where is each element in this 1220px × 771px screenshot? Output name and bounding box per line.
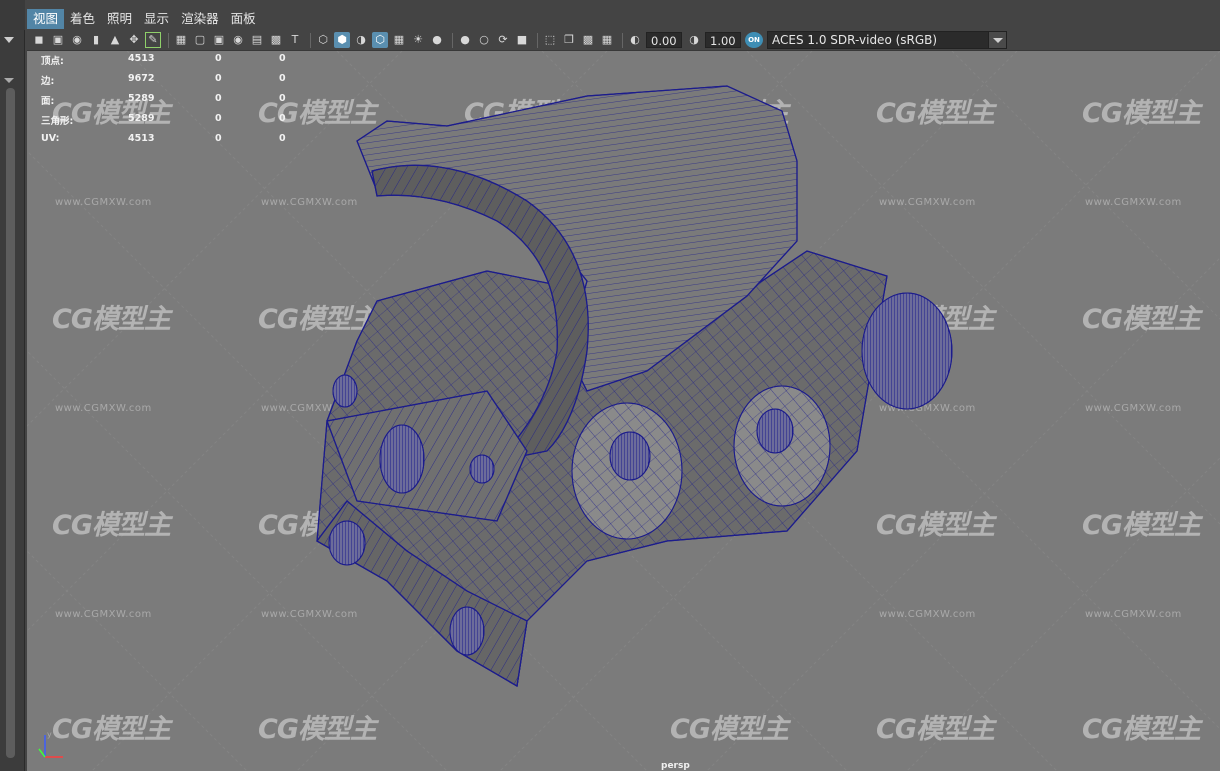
hud-value: 4513 (128, 53, 155, 64)
field-chart-icon[interactable]: ▤ (249, 32, 265, 48)
hud-value: 0 (215, 53, 222, 64)
hud-value: 0 (215, 113, 222, 124)
hud-row-vertices: 顶点: 4513 0 0 (41, 53, 301, 73)
hud-value: 5289 (128, 113, 155, 124)
multisample-aa-icon[interactable]: ⟳ (495, 32, 511, 48)
menu-lighting[interactable]: 照明 (101, 9, 138, 29)
menu-renderer[interactable]: 渲染器 (175, 9, 225, 29)
sight-body (316, 85, 888, 687)
hud-label: 三角形: (41, 116, 74, 127)
z-axis-line (38, 748, 46, 758)
poly-count-hud: 顶点: 4513 0 0 边: 9672 0 0 面: 5289 0 0 三角形… (41, 53, 301, 153)
gate-mask-icon[interactable]: ◉ (230, 32, 246, 48)
hud-value: 0 (215, 93, 222, 104)
shadows-icon[interactable]: ● (429, 32, 445, 48)
toolbar-separator (622, 32, 623, 48)
hud-value: 0 (215, 73, 222, 84)
hud-value: 0 (279, 133, 286, 144)
isolate-select-icon[interactable]: ⬚ (542, 32, 558, 48)
hud-label: UV: (41, 133, 60, 144)
resolution-gate-icon[interactable]: ▣ (211, 32, 227, 48)
camera-select-icon[interactable]: ◼ (31, 32, 47, 48)
toolbar-separator (310, 32, 311, 48)
exposure-field[interactable]: 0.00 (646, 32, 682, 48)
brightness-knob (571, 402, 683, 540)
xray-icon[interactable]: ▦ (391, 32, 407, 48)
depth-of-field-icon[interactable]: ■ (514, 32, 530, 48)
windage-turret (861, 292, 953, 410)
xray-joints-icon[interactable]: ❐ (561, 32, 577, 48)
hud-value: 5289 (128, 93, 155, 104)
gamma-icon[interactable]: ◑ (686, 32, 702, 48)
shelf-scroll-arrow-icon[interactable] (4, 78, 14, 83)
bookmark-icon[interactable]: ▮ (88, 32, 104, 48)
wireframe-on-shaded-icon[interactable]: ⬡ (372, 32, 388, 48)
hud-value: 0 (279, 93, 286, 104)
vertical-scrollbar[interactable] (6, 88, 15, 758)
2d-pan-zoom-icon[interactable]: ✥ (126, 32, 142, 48)
film-gate-icon[interactable]: ▢ (192, 32, 208, 48)
color-management-icon[interactable]: ON (745, 32, 763, 48)
hud-value: 4513 (128, 133, 155, 144)
smooth-shade-icon[interactable]: ⬢ (334, 32, 350, 48)
xray-active-icon[interactable]: ▩ (580, 32, 596, 48)
camera-lock-icon[interactable]: ◉ (69, 32, 85, 48)
menu-shading[interactable]: 着色 (64, 9, 101, 29)
panel-menu-bar: 视图 着色 照明 显示 渲染器 面板 (27, 8, 1220, 30)
hud-label: 边: (41, 76, 55, 87)
camera-attributes-icon[interactable]: ▣ (50, 32, 66, 48)
color-space-value: ACES 1.0 SDR-video (sRGB) (772, 33, 938, 47)
hud-row-faces: 面: 5289 0 0 (41, 93, 301, 113)
grease-pencil-icon[interactable]: ✎ (145, 32, 161, 48)
hud-label: 面: (41, 96, 55, 107)
use-all-lights-icon[interactable]: ☀ (410, 32, 426, 48)
toolbar-separator (452, 32, 453, 48)
hud-value: 9672 (128, 73, 155, 84)
toolbar-separator (168, 32, 169, 48)
hud-value: 0 (279, 113, 286, 124)
grid-icon[interactable]: ▦ (173, 32, 189, 48)
hud-label: 顶点: (41, 56, 64, 67)
persp-viewport[interactable]: CG模型主 CG模型主 CG模型主 CG模型主 CG模型主 CG模型主 www.… (27, 51, 1220, 771)
menu-view[interactable]: 视图 (27, 9, 65, 29)
hud-value: 0 (279, 53, 286, 64)
view-axis-gizmo: y (38, 730, 63, 758)
hud-value: 0 (279, 73, 286, 84)
safe-action-icon[interactable]: ▩ (268, 32, 284, 48)
backface-culling-icon[interactable]: ▦ (599, 32, 615, 48)
wireframe-icon[interactable]: ⬡ (315, 32, 331, 48)
menu-show[interactable]: 显示 (138, 9, 175, 29)
color-space-select[interactable]: ACES 1.0 SDR-video (sRGB) (767, 31, 1007, 49)
gamma-field[interactable]: 1.00 (705, 32, 741, 48)
shelf-collapse-arrow-icon[interactable] (4, 37, 14, 43)
hud-row-triangles: 三角形: 5289 0 0 (41, 113, 301, 133)
screen-space-ao-icon[interactable]: ● (457, 32, 473, 48)
panel-toolbar: ◼ ▣ ◉ ▮ ▲ ✥ ✎ ▦ ▢ ▣ ◉ ▤ ▩ T ⬡ ⬢ ◑ ⬡ ▦ ☀ … (27, 30, 1220, 51)
toolbar-separator (537, 32, 538, 48)
hud-row-edges: 边: 9672 0 0 (41, 73, 301, 93)
default-material-icon[interactable]: ◑ (353, 32, 369, 48)
menu-panels[interactable]: 面板 (225, 9, 262, 29)
camera-name-label: persp (661, 761, 690, 771)
chevron-down-icon[interactable] (988, 32, 1006, 48)
safe-title-icon[interactable]: T (287, 32, 303, 48)
left-shelf-header (0, 0, 25, 30)
holographic-sight-wireframe-model[interactable] (27, 51, 1220, 771)
image-plane-icon[interactable]: ▲ (107, 32, 123, 48)
exposure-icon[interactable]: ◐ (627, 32, 643, 48)
motion-blur-icon[interactable]: ○ (476, 32, 492, 48)
left-shelf-bar (0, 0, 25, 771)
hud-row-uvs: UV: 4513 0 0 (41, 133, 301, 153)
adjust-knob (733, 385, 831, 507)
hud-value: 0 (215, 133, 222, 144)
axis-label-y: y (47, 730, 52, 739)
